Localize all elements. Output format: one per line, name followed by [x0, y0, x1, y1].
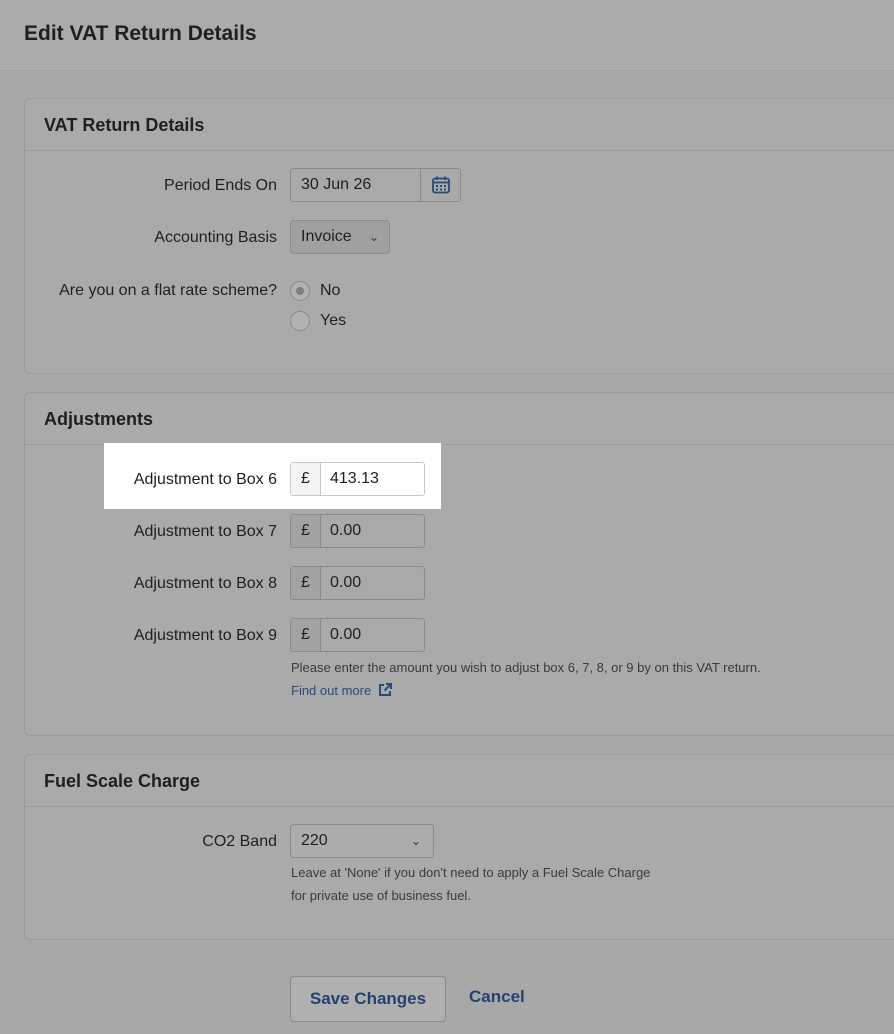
flat-rate-yes-label: Yes: [320, 312, 347, 329]
find-out-more-link[interactable]: Find out more: [291, 682, 393, 698]
adjustment-box9-input[interactable]: 0.00: [321, 619, 424, 651]
flat-rate-yes-radio[interactable]: [290, 311, 310, 331]
adjustment-box9-label: Adjustment to Box 9: [133, 627, 277, 644]
co2-band-label: CO2 Band: [202, 833, 277, 850]
currency-symbol: £: [291, 567, 321, 599]
fuel-scale-charge-panel: Fuel Scale Charge: [24, 754, 894, 940]
currency-symbol: £: [291, 515, 321, 547]
page-title: Edit VAT Return Details: [24, 22, 257, 45]
period-ends-input[interactable]: 30 Jun 26: [291, 169, 420, 201]
flat-rate-label: Are you on a flat rate scheme?: [59, 282, 277, 299]
period-ends-date-field[interactable]: 30 Jun 26: [290, 168, 461, 202]
adjustment-box8-input[interactable]: 0.00: [321, 567, 424, 599]
co2-help-line1: Leave at 'None' if you don't need to app…: [291, 865, 651, 880]
adjustments-header: Adjustments: [25, 393, 894, 445]
save-changes-button[interactable]: Save Changes: [290, 976, 446, 1022]
adjustment-box6-field[interactable]: £ 413.13: [290, 462, 425, 496]
adjustments-help-text: Please enter the amount you wish to adju…: [291, 660, 761, 675]
cancel-link[interactable]: Cancel: [469, 987, 525, 1007]
fuel-scale-charge-header: Fuel Scale Charge: [25, 755, 894, 807]
flat-rate-no-option[interactable]: No: [290, 280, 340, 302]
vat-return-details-title: VAT Return Details: [44, 115, 205, 135]
find-out-more-label: Find out more: [291, 682, 372, 698]
calendar-icon: [431, 176, 450, 194]
period-ends-label: Period Ends On: [164, 177, 277, 194]
flat-rate-no-label: No: [320, 282, 341, 299]
flat-rate-no-radio[interactable]: [290, 281, 310, 301]
co2-help-line2: for private use of business fuel.: [291, 888, 471, 903]
accounting-basis-label: Accounting Basis: [154, 229, 277, 246]
accounting-basis-value: Invoice: [301, 228, 352, 245]
accounting-basis-select[interactable]: Invoice ⌄: [290, 220, 390, 254]
co2-band-value: 220: [301, 832, 328, 849]
fuel-scale-charge-title: Fuel Scale Charge: [44, 771, 201, 791]
adjustment-box8-label: Adjustment to Box 8: [133, 575, 277, 592]
adjustment-box6-label: Adjustment to Box 6: [133, 471, 277, 488]
currency-symbol: £: [291, 619, 321, 651]
external-link-icon: [379, 683, 393, 696]
currency-symbol: £: [291, 463, 321, 495]
adjustment-box7-label: Adjustment to Box 7: [133, 523, 277, 540]
co2-band-select[interactable]: 220 ⌄: [290, 824, 434, 858]
chevron-down-icon: ⌄: [369, 230, 380, 244]
vat-return-details-header: VAT Return Details: [25, 99, 894, 151]
adjustment-box9-field[interactable]: £ 0.00: [290, 618, 425, 652]
adjustment-box6-input[interactable]: 413.13: [321, 463, 424, 495]
adjustment-box7-input[interactable]: 0.00: [321, 515, 424, 547]
flat-rate-yes-option[interactable]: Yes: [290, 310, 346, 332]
chevron-down-icon: ⌄: [411, 834, 422, 848]
page-header: Edit VAT Return Details: [0, 0, 894, 71]
adjustments-title: Adjustments: [44, 409, 154, 429]
adjustment-box7-field[interactable]: £ 0.00: [290, 514, 425, 548]
calendar-button[interactable]: [420, 169, 460, 201]
adjustment-box8-field[interactable]: £ 0.00: [290, 566, 425, 600]
